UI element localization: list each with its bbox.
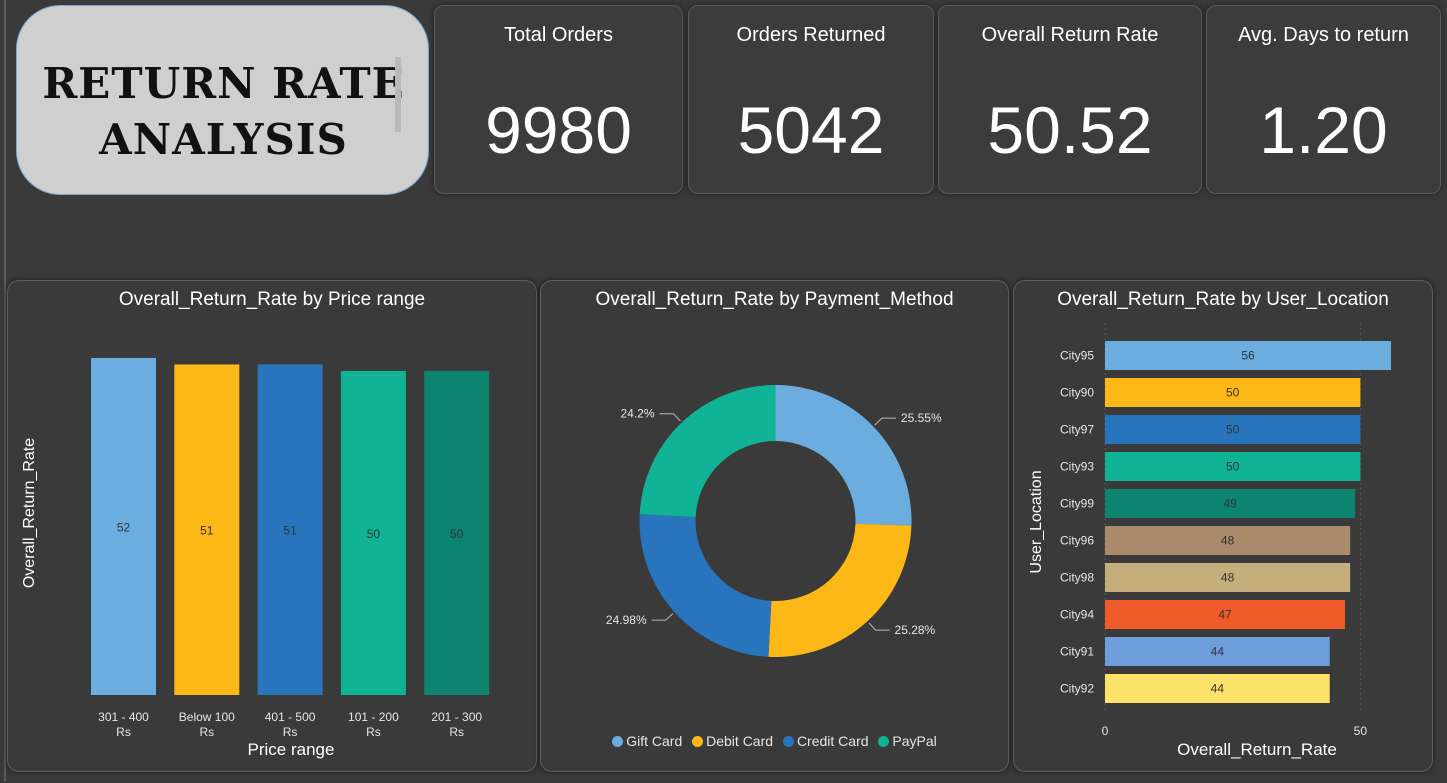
leader-line bbox=[868, 622, 890, 631]
data-label: 52 bbox=[117, 520, 131, 534]
tick-label: City92 bbox=[1060, 682, 1094, 696]
user-location-chart: 56 City95 50 City90 50 City97 50 City93 49 City99… bbox=[1028, 323, 1391, 759]
data-label: 24.2% bbox=[620, 407, 654, 421]
kpi-card-overall-return-rate[interactable]: Overall Return Rate 50.52 bbox=[938, 5, 1202, 194]
data-label: 47 bbox=[1218, 608, 1232, 622]
dashboard-title: RETURN RATE ANALYSIS bbox=[42, 59, 405, 164]
legend-dot bbox=[782, 736, 794, 747]
legend-item-credit-card[interactable]: Credit Card bbox=[782, 733, 869, 749]
donut-slice[interactable] bbox=[639, 514, 772, 657]
data-label: 50 bbox=[1226, 460, 1240, 474]
panel-price-range[interactable]: Overall_Return_Rate by Price range 52 301… bbox=[7, 280, 537, 772]
tick-label: City95 bbox=[1060, 349, 1094, 363]
x-axis-label: Price range bbox=[248, 740, 335, 759]
data-label: 50 bbox=[450, 527, 464, 541]
panel-payment-method[interactable]: Overall_Return_Rate by Payment_Method 25… bbox=[540, 280, 1009, 772]
data-label: 24.98% bbox=[606, 613, 647, 627]
data-label: 25.55% bbox=[901, 411, 942, 425]
kpi-value: 1.20 bbox=[1259, 93, 1388, 167]
legend-label: PayPal bbox=[892, 733, 937, 749]
legend-dot bbox=[878, 736, 890, 747]
kpi-value: 5042 bbox=[737, 93, 885, 167]
data-label: 50 bbox=[1226, 423, 1240, 437]
data-label: 44 bbox=[1211, 645, 1225, 659]
chart-legend: Gift Card Debit Card Credit Card PayPal bbox=[541, 733, 1008, 749]
y-axis-label: User_Location bbox=[1028, 470, 1045, 573]
kpi-label: Total Orders bbox=[504, 24, 613, 46]
title-card: RETURN RATE ANALYSIS bbox=[16, 5, 429, 195]
legend-dot bbox=[612, 736, 624, 747]
data-label: 49 bbox=[1223, 497, 1237, 511]
legend-item-paypal[interactable]: PayPal bbox=[878, 733, 937, 749]
kpi-card-avg-days-to-return[interactable]: Avg. Days to return 1.20 bbox=[1206, 5, 1441, 194]
data-label: 48 bbox=[1221, 571, 1235, 585]
tick-label: City96 bbox=[1060, 534, 1094, 548]
tick-label: 301 - 400 Rs bbox=[98, 710, 149, 739]
kpi-value: 9980 bbox=[485, 93, 632, 167]
data-label: 51 bbox=[283, 524, 297, 538]
kpi-card-total-orders[interactable]: Total Orders 9980 bbox=[434, 5, 683, 194]
legend-label: Debit Card bbox=[706, 733, 774, 749]
kpi-value: 50.52 bbox=[987, 93, 1153, 167]
legend-label: Credit Card bbox=[796, 733, 869, 749]
legend-dot bbox=[692, 736, 704, 747]
x-tick-label: 50 bbox=[1354, 724, 1368, 738]
data-label: 44 bbox=[1211, 682, 1225, 696]
legend-label: Gift Card bbox=[626, 733, 683, 749]
tick-label: City90 bbox=[1060, 386, 1094, 400]
leader-line bbox=[659, 413, 681, 422]
tick-label: City93 bbox=[1060, 460, 1094, 474]
data-label: 25.28% bbox=[895, 623, 936, 637]
leader-line bbox=[874, 417, 896, 426]
leader-line bbox=[651, 613, 674, 621]
legend-item-debit-card[interactable]: Debit Card bbox=[692, 733, 773, 749]
donut-slice[interactable] bbox=[768, 523, 912, 657]
kpi-label: Overall Return Rate bbox=[981, 24, 1159, 46]
kpi-label: Avg. Days to return bbox=[1238, 24, 1409, 46]
x-tick-label: 0 bbox=[1102, 724, 1109, 738]
y-axis-label: Overall_Return_Rate bbox=[21, 438, 38, 588]
donut-slice[interactable] bbox=[639, 385, 776, 517]
tick-label: City91 bbox=[1060, 645, 1094, 659]
legend-item-gift-card[interactable]: Gift Card bbox=[612, 733, 682, 749]
tick-label: Below 100 Rs bbox=[179, 710, 235, 739]
tick-label: City97 bbox=[1060, 423, 1094, 437]
price-range-chart: 52 301 - 400 Rs 51 Below 100 Rs 51 401 - 500 Rs 5… bbox=[21, 357, 490, 759]
data-label: 50 bbox=[367, 527, 381, 541]
kpi-card-orders-returned[interactable]: Orders Returned 5042 bbox=[688, 5, 934, 194]
data-label: 48 bbox=[1221, 534, 1235, 548]
donut-slice[interactable] bbox=[775, 385, 912, 526]
tick-label: City98 bbox=[1060, 571, 1094, 585]
data-label: 56 bbox=[1241, 349, 1255, 363]
tick-label: City94 bbox=[1060, 608, 1094, 622]
tick-label: 401 - 500 Rs bbox=[265, 710, 316, 739]
data-label: 50 bbox=[1226, 386, 1240, 400]
data-label: 51 bbox=[200, 524, 214, 538]
panel-user-location[interactable]: Overall_Return_Rate by User_Location 56 C… bbox=[1013, 280, 1433, 772]
kpi-label: Orders Returned bbox=[736, 24, 886, 46]
tick-label: 201 - 300 Rs bbox=[431, 710, 482, 739]
x-axis-label: Overall_Return_Rate bbox=[1177, 740, 1337, 759]
title-divider bbox=[395, 57, 401, 132]
payment-method-chart: 25.55% 25.28% 24.98% 24.2% bbox=[606, 385, 942, 657]
tick-label: City99 bbox=[1060, 497, 1094, 511]
tick-label: 101 - 200 Rs bbox=[348, 710, 399, 739]
